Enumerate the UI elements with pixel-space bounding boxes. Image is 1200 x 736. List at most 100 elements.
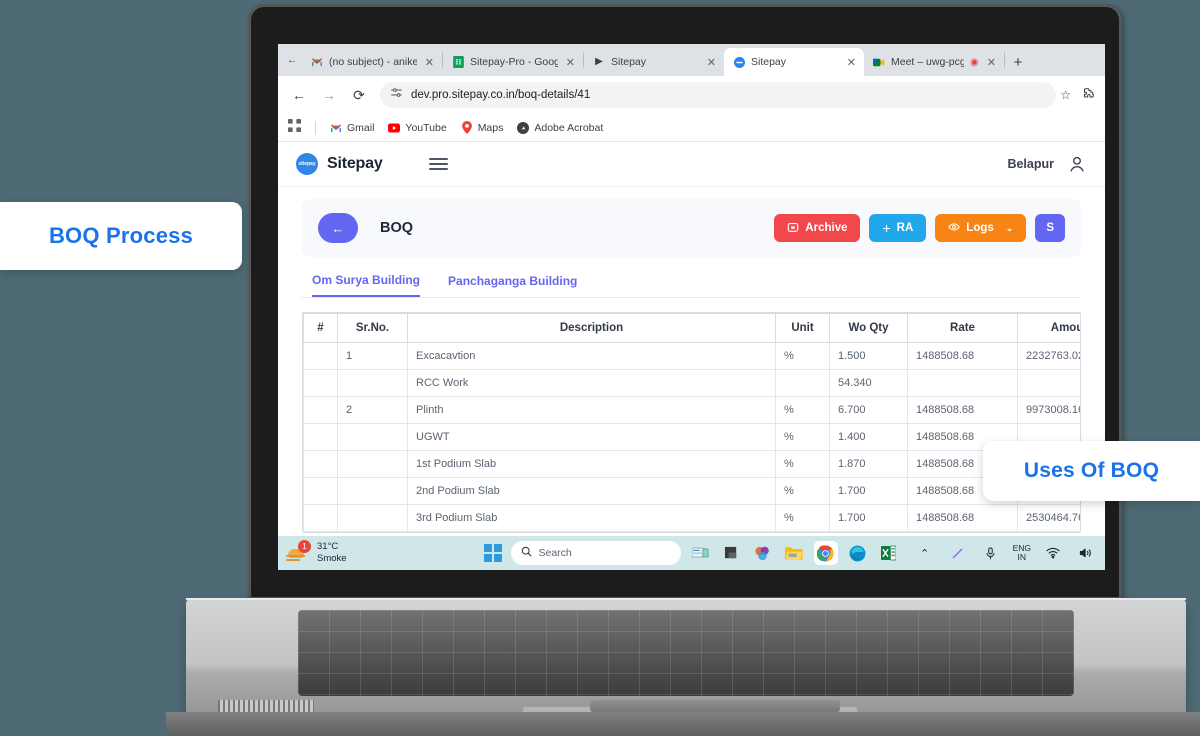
- bookmark-gmail[interactable]: Gmail: [330, 122, 374, 134]
- column-header-rate[interactable]: Rate: [907, 313, 1018, 343]
- table-row[interactable]: 2 Plinth % 6.700 1488508.68 9973008.16: [303, 396, 1080, 424]
- tab-panchaganga-building[interactable]: Panchaganga Building: [448, 273, 577, 297]
- cell-rate: [907, 369, 1018, 397]
- cell-amount: 9973008.16: [1017, 396, 1080, 424]
- notification-badge: 1: [298, 540, 311, 553]
- apps-grid-icon[interactable]: [288, 118, 301, 137]
- chevron-down-icon[interactable]: ⌄: [1006, 223, 1014, 234]
- teams-icon[interactable]: [721, 542, 743, 564]
- column-header-description[interactable]: Description: [407, 313, 776, 343]
- tab-om-surya-building[interactable]: Om Surya Building: [312, 273, 421, 297]
- column-header-hash[interactable]: #: [303, 313, 338, 343]
- play-icon: ▶: [595, 56, 603, 67]
- column-header-wo-qty[interactable]: Wo Qty: [829, 313, 908, 343]
- language-indicator[interactable]: ENG IN: [1013, 544, 1031, 562]
- table-row[interactable]: UGWT % 1.400 1488508.68: [303, 423, 1080, 451]
- toolbar-right: ☆: [1060, 87, 1097, 104]
- chevron-up-icon[interactable]: ⌃: [914, 542, 936, 564]
- close-icon[interactable]: ✕: [845, 56, 858, 69]
- cell-wo-qty: 1.700: [829, 477, 908, 505]
- acrobat-icon: [517, 121, 530, 134]
- excel-icon[interactable]: [878, 542, 900, 564]
- close-icon[interactable]: ✕: [985, 56, 998, 69]
- volume-icon[interactable]: [1075, 542, 1097, 564]
- page-body: ← BOQ Archive + RA Logs ⌄ S Om Surya Bui…: [278, 187, 1105, 533]
- weather-widget[interactable]: 1 31°C Smoke: [286, 540, 347, 565]
- cell-description: UGWT: [407, 423, 776, 451]
- browser-tab-sheets[interactable]: Sitepay-Pro - Google Sh ✕: [443, 48, 583, 76]
- edge-icon[interactable]: [847, 542, 869, 564]
- cell-description: Excacavtion: [407, 342, 776, 370]
- building-tabs: Om Surya Building Panchaganga Building: [302, 273, 1081, 298]
- tab-search-chevron-icon[interactable]: ←: [282, 44, 302, 76]
- bookmark-label: Maps: [477, 121, 504, 134]
- table-row[interactable]: 1 Excacavtion % 1.500 1488508.68 2232763…: [303, 342, 1080, 370]
- microphone-icon[interactable]: [980, 542, 1002, 564]
- taskbar-search-input[interactable]: Search: [510, 541, 681, 565]
- bookmark-star-icon[interactable]: ☆: [1060, 88, 1071, 102]
- wifi-icon[interactable]: [1042, 542, 1064, 564]
- close-icon[interactable]: ✕: [423, 56, 436, 69]
- address-bar[interactable]: dev.pro.sitepay.co.in/boq-details/41: [380, 82, 1057, 108]
- google-sheets-icon: [452, 56, 464, 68]
- user-avatar-icon[interactable]: [1067, 154, 1087, 174]
- table-row[interactable]: 1st Podium Slab % 1.870 1488508.68: [303, 450, 1080, 478]
- table-row[interactable]: RCC Work 54.340: [303, 369, 1080, 397]
- submit-button[interactable]: S: [1035, 214, 1065, 242]
- browser-tab-gmail[interactable]: (no subject) - aniket@sit ✕: [302, 48, 442, 76]
- boq-table: # Sr.No. Description Unit Wo Qty Rate Am…: [303, 313, 1080, 532]
- browser-tab-title: Sitepay: [611, 56, 647, 68]
- cell-hash: [303, 450, 338, 478]
- back-button[interactable]: ←: [318, 213, 358, 243]
- puzzle-icon[interactable]: [1081, 87, 1095, 104]
- taskbar-center: Search: [483, 541, 900, 565]
- table-row[interactable]: 3rd Podium Slab % 1.700 1488508.68 25304…: [303, 504, 1080, 532]
- boq-table-container[interactable]: # Sr.No. Description Unit Wo Qty Rate Am…: [302, 312, 1081, 533]
- table-row[interactable]: 2nd Podium Slab % 1.700 1488508.68 25304…: [303, 477, 1080, 505]
- column-header-amount[interactable]: Amount: [1017, 313, 1080, 343]
- add-ra-button[interactable]: + RA: [869, 214, 927, 242]
- chrome-icon[interactable]: [813, 541, 838, 565]
- maps-icon: [461, 121, 473, 134]
- cell-rate: 1488508.68: [907, 396, 1018, 424]
- windows-taskbar: 1 31°C Smoke Search ⌃ ENG IN: [278, 536, 1105, 570]
- location-label: Belapur: [1007, 157, 1054, 171]
- cell-rate: 1488508.68: [907, 342, 1018, 370]
- new-tab-button[interactable]: +: [1005, 48, 1031, 76]
- screen: ← (no subject) - aniket@sit ✕ Sitepay-Pr…: [278, 44, 1105, 570]
- callout-uses-of-boq: Uses Of BOQ: [983, 441, 1200, 501]
- site-settings-icon[interactable]: [390, 86, 403, 104]
- reload-button[interactable]: ⟳: [346, 82, 372, 108]
- logs-button[interactable]: Logs ⌄: [935, 214, 1027, 242]
- cell-hash: [303, 369, 338, 397]
- forward-button[interactable]: →: [316, 82, 342, 108]
- header-actions: Archive + RA Logs ⌄ S: [774, 214, 1065, 242]
- table-head: # Sr.No. Description Unit Wo Qty Rate Am…: [303, 313, 1080, 343]
- hamburger-menu-icon[interactable]: [428, 158, 448, 170]
- back-button[interactable]: ←: [286, 82, 312, 108]
- browser-tab-meet[interactable]: Meet – uwg-pcgf-fyx ◉ ✕: [864, 48, 1004, 76]
- column-header-unit[interactable]: Unit: [775, 313, 830, 343]
- cell-srno: [337, 504, 408, 532]
- page-title: BOQ: [380, 220, 414, 236]
- archive-button[interactable]: Archive: [774, 214, 861, 242]
- start-button-icon[interactable]: [483, 544, 502, 562]
- browser-tab-sitepay-2[interactable]: Sitepay ✕: [724, 48, 864, 76]
- widgets-icon[interactable]: [690, 542, 712, 564]
- button-label: Logs: [966, 222, 994, 234]
- bookmark-youtube[interactable]: YouTube: [388, 122, 447, 134]
- pen-icon[interactable]: [947, 542, 969, 564]
- file-explorer-icon[interactable]: [783, 542, 805, 564]
- cell-description: 2nd Podium Slab: [407, 477, 776, 505]
- scene: ← (no subject) - aniket@sit ✕ Sitepay-Pr…: [0, 0, 1200, 736]
- browser-tab-sitepay-1[interactable]: ▶ Sitepay ✕: [584, 48, 724, 76]
- close-icon[interactable]: ✕: [564, 56, 577, 69]
- brand-name: Sitepay: [327, 155, 383, 172]
- copilot-icon[interactable]: [752, 542, 774, 564]
- column-header-srno[interactable]: Sr.No.: [337, 313, 408, 343]
- laptop-base-front: [166, 712, 1200, 736]
- bookmark-maps[interactable]: Maps: [461, 121, 504, 134]
- bookmark-acrobat[interactable]: Adobe Acrobat: [517, 121, 603, 134]
- search-placeholder: Search: [538, 547, 572, 559]
- close-icon[interactable]: ✕: [705, 56, 718, 69]
